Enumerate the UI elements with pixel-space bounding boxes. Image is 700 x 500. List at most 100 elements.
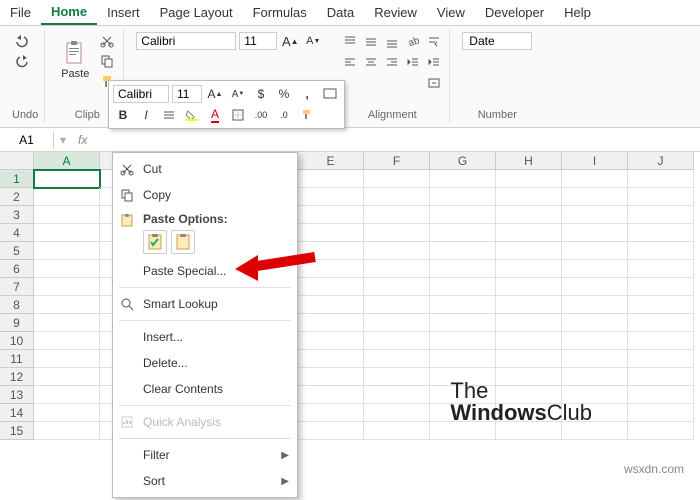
row-header-8[interactable]: 8	[0, 296, 34, 314]
cell[interactable]	[298, 404, 364, 422]
cell[interactable]	[496, 188, 562, 206]
context-filter[interactable]: Filter ▶	[113, 442, 297, 468]
cell[interactable]	[628, 368, 694, 386]
orientation-button[interactable]: ab	[404, 32, 422, 50]
cell[interactable]	[298, 386, 364, 404]
name-box[interactable]	[0, 131, 54, 149]
cell[interactable]	[496, 332, 562, 350]
cell[interactable]	[628, 278, 694, 296]
mini-merge-button[interactable]	[320, 85, 340, 103]
cell[interactable]	[298, 350, 364, 368]
cell[interactable]	[364, 242, 430, 260]
cell[interactable]	[628, 404, 694, 422]
mini-percent-button[interactable]: %	[274, 85, 294, 103]
mini-increase-font[interactable]: A▲	[205, 85, 225, 103]
cell[interactable]	[628, 170, 694, 188]
row-header-3[interactable]: 3	[0, 206, 34, 224]
cell[interactable]	[496, 224, 562, 242]
context-smart-lookup[interactable]: Smart Lookup	[113, 291, 297, 317]
mini-font-color-button[interactable]: A	[205, 106, 225, 124]
cell[interactable]	[34, 368, 100, 386]
cell[interactable]	[430, 260, 496, 278]
context-cut[interactable]: Cut	[113, 156, 297, 182]
row-header-13[interactable]: 13	[0, 386, 34, 404]
align-top-button[interactable]	[341, 32, 359, 50]
decrease-indent-button[interactable]	[404, 53, 422, 71]
menu-data[interactable]: Data	[317, 1, 364, 24]
align-left-button[interactable]	[341, 53, 359, 71]
cell[interactable]	[34, 386, 100, 404]
fx-icon[interactable]: fx	[72, 133, 93, 147]
cell[interactable]	[298, 224, 364, 242]
cell[interactable]	[496, 278, 562, 296]
mini-font-name[interactable]	[113, 85, 169, 103]
context-sort[interactable]: Sort ▶	[113, 468, 297, 494]
cell[interactable]	[364, 260, 430, 278]
cell[interactable]	[298, 188, 364, 206]
context-clear-contents[interactable]: Clear Contents	[113, 376, 297, 402]
increase-font-button[interactable]: A▲	[280, 32, 300, 50]
menu-view[interactable]: View	[427, 1, 475, 24]
cell[interactable]	[298, 332, 364, 350]
col-header-E[interactable]: E	[298, 152, 364, 170]
number-format-select[interactable]	[462, 32, 532, 50]
row-header-11[interactable]: 11	[0, 350, 34, 368]
cell[interactable]	[364, 206, 430, 224]
cell[interactable]	[562, 170, 628, 188]
cell[interactable]	[562, 296, 628, 314]
cell[interactable]	[496, 260, 562, 278]
cell[interactable]	[628, 332, 694, 350]
row-header-1[interactable]: 1	[0, 170, 34, 188]
paste-option-values[interactable]	[171, 230, 195, 254]
undo-button[interactable]	[12, 32, 32, 50]
cell[interactable]	[34, 422, 100, 440]
mini-align-button[interactable]	[159, 106, 179, 124]
select-all-corner[interactable]	[0, 152, 34, 170]
cell[interactable]	[628, 206, 694, 224]
formula-bar[interactable]	[93, 131, 700, 149]
cell[interactable]	[364, 404, 430, 422]
col-header-I[interactable]: I	[562, 152, 628, 170]
redo-button[interactable]	[12, 52, 32, 70]
col-header-A[interactable]: A	[34, 152, 100, 170]
cell[interactable]	[34, 224, 100, 242]
cell[interactable]	[34, 404, 100, 422]
cell[interactable]	[364, 368, 430, 386]
mini-comma-button[interactable]: ,	[297, 85, 317, 103]
mini-bold-button[interactable]: B	[113, 106, 133, 124]
cell[interactable]	[628, 242, 694, 260]
cell[interactable]	[562, 242, 628, 260]
row-header-12[interactable]: 12	[0, 368, 34, 386]
cell[interactable]	[34, 242, 100, 260]
mini-increase-decimal-button[interactable]: .00	[251, 106, 271, 124]
cell[interactable]	[34, 260, 100, 278]
col-header-J[interactable]: J	[628, 152, 694, 170]
menu-insert[interactable]: Insert	[97, 1, 150, 24]
copy-button[interactable]	[97, 52, 117, 70]
mini-format-painter-button[interactable]	[297, 106, 317, 124]
cell[interactable]	[34, 350, 100, 368]
cell[interactable]	[562, 224, 628, 242]
row-header-9[interactable]: 9	[0, 314, 34, 332]
cell[interactable]	[562, 314, 628, 332]
cell[interactable]	[364, 170, 430, 188]
context-delete[interactable]: Delete...	[113, 350, 297, 376]
cell[interactable]	[430, 296, 496, 314]
col-header-H[interactable]: H	[496, 152, 562, 170]
align-middle-button[interactable]	[362, 32, 380, 50]
cell[interactable]	[496, 314, 562, 332]
cell[interactable]	[628, 314, 694, 332]
menu-file[interactable]: File	[0, 1, 41, 24]
increase-indent-button[interactable]	[425, 53, 443, 71]
align-bottom-button[interactable]	[383, 32, 401, 50]
mini-decrease-decimal-button[interactable]: .0	[274, 106, 294, 124]
cell[interactable]	[364, 224, 430, 242]
mini-italic-button[interactable]: I	[136, 106, 156, 124]
align-center-button[interactable]	[362, 53, 380, 71]
font-name-select[interactable]	[136, 32, 236, 50]
cell[interactable]	[628, 350, 694, 368]
mini-accounting-button[interactable]: $	[251, 85, 271, 103]
cell[interactable]	[364, 188, 430, 206]
row-header-4[interactable]: 4	[0, 224, 34, 242]
cell[interactable]	[298, 314, 364, 332]
